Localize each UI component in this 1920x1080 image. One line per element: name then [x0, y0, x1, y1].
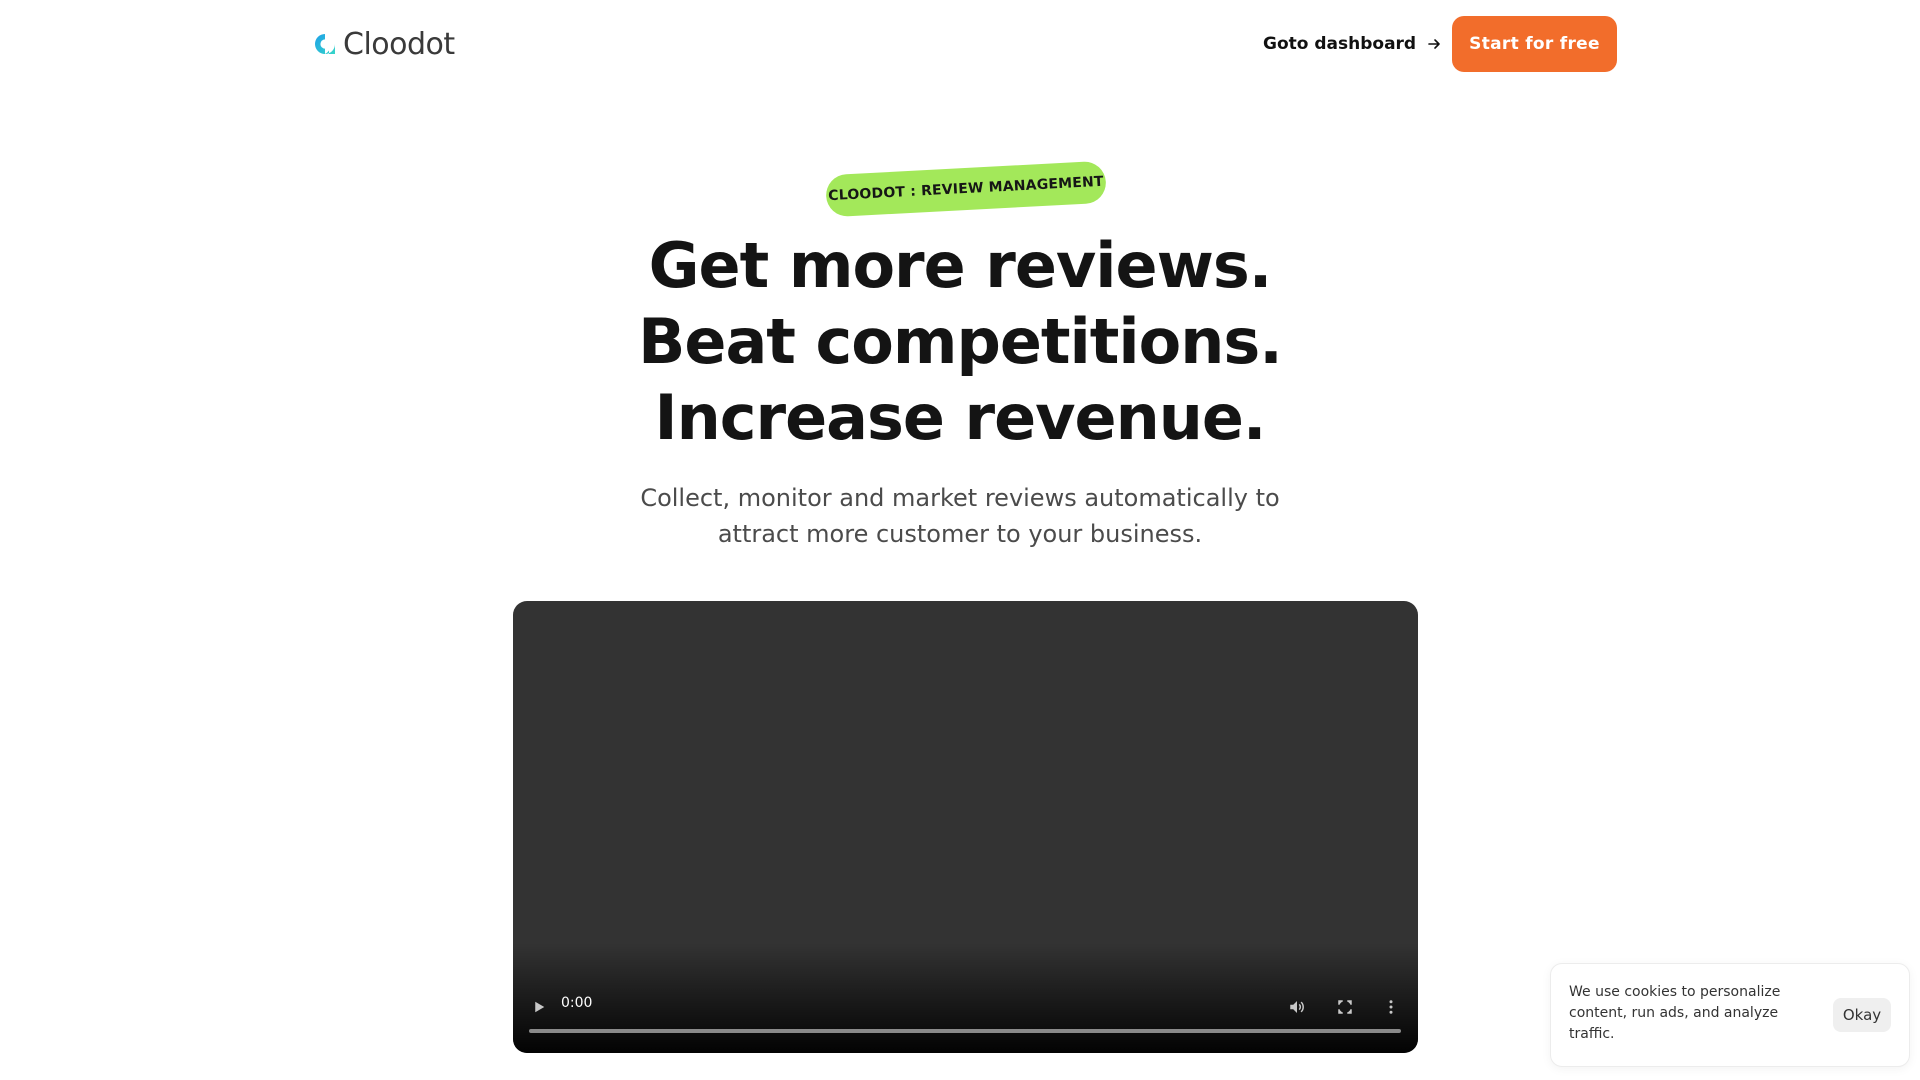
goto-dashboard-label: Goto dashboard: [1263, 34, 1417, 54]
fullscreen-icon: [1338, 1000, 1352, 1014]
video-player[interactable]: 0:00: [513, 601, 1418, 1053]
video-time: 0:00: [561, 995, 593, 1011]
cookie-okay-button[interactable]: Okay: [1833, 998, 1891, 1032]
landing-page: Cloodot Goto dashboard Start for free CL…: [0, 0, 1920, 1080]
headline-line-2: Beat competitions.: [638, 305, 1283, 378]
headline-line-3: Increase revenue.: [654, 381, 1267, 454]
subheadline-line-2: attract more customer to your business.: [717, 520, 1203, 548]
volume-icon: [1290, 1001, 1304, 1013]
subheadline-line-1: Collect, monitor and market reviews auto…: [640, 484, 1280, 512]
fullscreen-button[interactable]: [1331, 993, 1359, 1021]
cloodot-logo[interactable]: Cloodot: [313, 26, 455, 62]
more-options-button[interactable]: [1377, 993, 1405, 1021]
goto-dashboard-link[interactable]: Goto dashboard: [1263, 30, 1442, 58]
cookie-banner: We use cookies to personalize content, r…: [1550, 963, 1910, 1067]
mute-button[interactable]: [1283, 993, 1311, 1021]
hero-headline: Get more reviews. Beat competitions. Inc…: [560, 228, 1360, 456]
more-vertical-icon: [1389, 1000, 1393, 1014]
cookie-message: We use cookies to personalize content, r…: [1569, 984, 1781, 1042]
headline-line-1: Get more reviews.: [648, 229, 1273, 302]
arrow-right-icon: [1428, 39, 1440, 49]
play-icon: [535, 1001, 545, 1013]
product-badge: CLOODOT : REVIEW MANAGEMENT: [825, 160, 1107, 218]
start-for-free-button[interactable]: Start for free: [1452, 16, 1617, 72]
cloodot-logo-icon: [315, 34, 335, 54]
hero-subheadline: Collect, monitor and market reviews auto…: [610, 480, 1310, 552]
video-progress-bar[interactable]: [529, 1029, 1401, 1033]
logo-wordmark: Cloodot: [343, 26, 455, 62]
play-button[interactable]: [525, 993, 553, 1021]
